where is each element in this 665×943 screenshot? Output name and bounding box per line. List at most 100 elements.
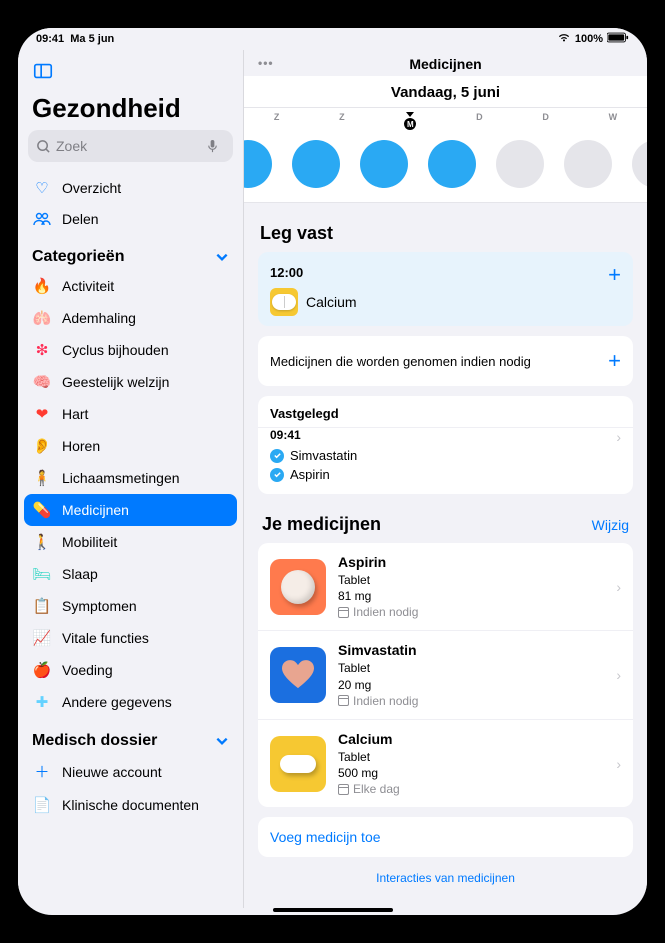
- add-med-button[interactable]: Voeg medicijn toe: [258, 817, 633, 857]
- record-icon: 📄: [32, 796, 52, 814]
- chevron-right-icon[interactable]: ›: [616, 756, 621, 772]
- wifi-icon: [557, 32, 571, 46]
- sidebar-item-medicijnen[interactable]: 💊Medicijnen: [24, 494, 237, 526]
- day-circle-current[interactable]: [428, 140, 476, 188]
- records-header[interactable]: Medisch dossier: [18, 718, 243, 754]
- search-input[interactable]: Zoek: [28, 130, 233, 162]
- view-title-bar: ••• Medicijnen: [244, 50, 647, 76]
- interactions-link[interactable]: Interacties van medicijnen: [258, 867, 633, 887]
- med-dose: 81 mg: [338, 588, 604, 604]
- sidebar-item-voeding[interactable]: 🍎Voeding: [18, 654, 243, 686]
- weekday[interactable]: Z: [339, 112, 345, 130]
- sidebar-item-label: Slaap: [62, 566, 98, 582]
- status-date: Ma 5 jun: [70, 33, 114, 45]
- weekday-current[interactable]: M: [404, 112, 416, 130]
- med-row[interactable]: Simvastatin Tablet 20 mg Indien nodig ›: [258, 631, 633, 719]
- sidebar-item-activiteit[interactable]: 🔥Activiteit: [18, 270, 243, 302]
- logged-card[interactable]: Vastgelegd 09:41 › Simvastatin: [258, 396, 633, 494]
- category-icon: ✚: [32, 693, 52, 711]
- day-circle[interactable]: [292, 140, 340, 188]
- records-item-klinische-documenten[interactable]: 📄 Klinische documenten: [18, 789, 243, 821]
- chevron-right-icon[interactable]: ›: [616, 579, 621, 595]
- sidebar-item-label: Medicijnen: [62, 502, 129, 518]
- day-circle[interactable]: [564, 140, 612, 188]
- sidebar-item-sharing[interactable]: Delen: [18, 204, 243, 234]
- logged-item: Aspirin: [270, 465, 621, 484]
- weekday[interactable]: D: [476, 112, 483, 130]
- sidebar-item-symptomen[interactable]: 📋Symptomen: [18, 590, 243, 622]
- med-tile-icon: [270, 736, 326, 792]
- weekday[interactable]: D: [542, 112, 549, 130]
- sidebar-item-label: Klinische documenten: [62, 797, 199, 813]
- med-form: Tablet: [338, 572, 604, 588]
- records-item-nieuwe-account[interactable]: ＋ Nieuwe account: [18, 754, 243, 789]
- category-icon: 🛏: [32, 565, 52, 583]
- as-needed-card[interactable]: Medicijnen die worden genomen indien nod…: [258, 336, 633, 386]
- category-icon: 🧠: [32, 373, 52, 391]
- sidebar-item-cyclus-bijhouden[interactable]: ❇︎Cyclus bijhouden: [18, 334, 243, 366]
- category-icon: ❤︎: [32, 405, 52, 423]
- sidebar-item-hart[interactable]: ❤︎ Hart: [18, 398, 243, 430]
- category-icon: 👂: [32, 437, 52, 455]
- weekday[interactable]: W: [609, 112, 618, 130]
- category-icon: 📈: [32, 629, 52, 647]
- med-row[interactable]: Calcium Tablet 500 mg Elke dag ›: [258, 720, 633, 807]
- status-bar: 09:41 Ma 5 jun 100%: [18, 28, 647, 50]
- status-time: 09:41: [36, 33, 64, 45]
- day-circle[interactable]: [632, 140, 647, 188]
- search-placeholder: Zoek: [56, 138, 87, 154]
- edit-meds-button[interactable]: Wijzig: [592, 517, 629, 533]
- sidebar-item-horen[interactable]: 👂Horen: [18, 430, 243, 462]
- sidebar-item-slaap[interactable]: 🛏 Slaap: [18, 558, 243, 590]
- add-as-needed-button[interactable]: +: [608, 348, 621, 374]
- logged-item: Simvastatin: [270, 446, 621, 465]
- sidebar-item-label: Nieuwe account: [62, 764, 162, 780]
- chevron-right-icon[interactable]: ›: [616, 429, 621, 445]
- day-circle[interactable]: [496, 140, 544, 188]
- sidebar-item-label: Geestelijk welzijn: [62, 374, 169, 390]
- weekday-strip[interactable]: Z Z M D D W: [244, 108, 647, 132]
- day-circle[interactable]: [244, 140, 272, 188]
- search-icon: [36, 139, 51, 154]
- record-icon: ＋: [32, 761, 52, 782]
- sidebar-item-label: Ademhaling: [62, 310, 136, 326]
- home-indicator[interactable]: [273, 908, 393, 912]
- more-icon[interactable]: •••: [258, 56, 274, 70]
- sidebar-item-ademhaling[interactable]: 🫁Ademhaling: [18, 302, 243, 334]
- med-dose: 500 mg: [338, 765, 604, 781]
- categories-header[interactable]: Categorieën: [18, 234, 243, 270]
- sidebar: Gezondheid Zoek ♡ Overzicht Delen: [18, 50, 244, 908]
- calendar-icon: [338, 784, 349, 795]
- main-content: ••• Medicijnen Vandaag, 5 juni Z Z M D D…: [244, 50, 647, 908]
- sidebar-item-geestelijk-welzijn[interactable]: 🧠 Geestelijk welzijn: [18, 366, 243, 398]
- sidebar-item-overview[interactable]: ♡ Overzicht: [18, 172, 243, 204]
- view-title: Medicijnen: [409, 56, 481, 72]
- battery-percent: 100%: [575, 33, 603, 45]
- chevron-down-icon: [215, 250, 229, 264]
- category-icon: 🧍: [32, 469, 52, 487]
- current-date: Vandaag, 5 juni: [244, 76, 647, 108]
- sidebar-item-mobiliteit[interactable]: 🚶Mobiliteit: [18, 526, 243, 558]
- day-circles[interactable]: [244, 132, 647, 203]
- sidebar-item-label: Lichaamsmetingen: [62, 470, 180, 486]
- med-row[interactable]: Aspirin Tablet 81 mg Indien nodig ›: [258, 543, 633, 631]
- med-name: Calcium: [338, 730, 604, 749]
- chevron-right-icon[interactable]: ›: [616, 667, 621, 683]
- add-log-button[interactable]: +: [608, 262, 621, 288]
- sidebar-toggle-button[interactable]: [18, 56, 243, 91]
- sidebar-item-label: Hart: [62, 406, 88, 422]
- sidebar-item-lichaamsmetingen[interactable]: 🧍 Lichaamsmetingen: [18, 462, 243, 494]
- as-needed-label: Medicijnen die worden genomen indien nod…: [270, 354, 531, 369]
- chevron-down-icon: [215, 734, 229, 748]
- sidebar-item-andere-gegevens[interactable]: ✚Andere gegevens: [18, 686, 243, 718]
- sidebar-item-label: Voeding: [62, 662, 113, 678]
- sidebar-item-label: Overzicht: [62, 180, 121, 196]
- day-circle[interactable]: [360, 140, 408, 188]
- mic-icon[interactable]: [205, 139, 220, 154]
- weekday[interactable]: Z: [274, 112, 280, 130]
- pill-icon: [270, 288, 298, 316]
- sidebar-item-vitale-functies[interactable]: 📈Vitale functies: [18, 622, 243, 654]
- people-icon: [32, 212, 52, 226]
- schedule-card[interactable]: 12:00 + Calcium: [258, 252, 633, 326]
- med-name: Aspirin: [338, 553, 604, 572]
